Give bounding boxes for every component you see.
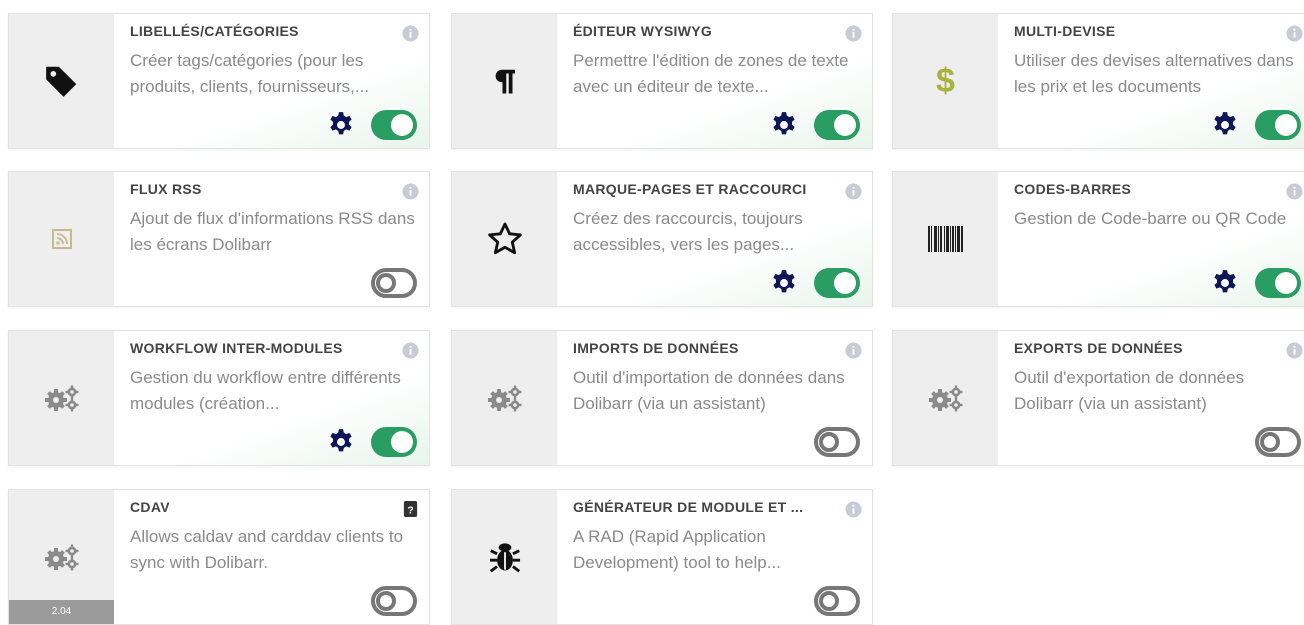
module-icon-tile xyxy=(452,14,557,148)
module-title: WORKFLOW INTER-MODULES xyxy=(130,340,343,356)
module-icon-tile xyxy=(893,331,998,465)
module-description: Allows caldav and carddav clients to syn… xyxy=(130,527,404,572)
module-card: IMPORTS DE DONNÉES Outil d'importation de… xyxy=(451,330,873,466)
bug-icon xyxy=(486,538,524,576)
module-title: ÉDITEUR WYSIWYG xyxy=(573,23,713,39)
version-badge: 2.04 xyxy=(9,600,114,624)
module-card: LIBELLÉS/CATÉGORIES Créer tags/catégories… xyxy=(8,13,430,149)
gear-icon[interactable] xyxy=(1211,111,1239,139)
module-card: $ MULTI-DEVISE Utiliser des devises altern… xyxy=(892,13,1304,149)
module-toggle-flux-rss[interactable] xyxy=(371,268,417,298)
module-card: 2.04 CDAV? Allows caldav and carddav clien… xyxy=(8,489,430,625)
module-description: Utiliser des devises alternatives dans l… xyxy=(1014,51,1294,96)
dollar-icon: $ xyxy=(936,61,955,100)
gear-icon[interactable] xyxy=(327,111,355,139)
module-icon-tile xyxy=(9,172,114,306)
module-description: Ajout de flux d'informations RSS dans le… xyxy=(130,209,415,254)
module-icon-tile xyxy=(452,331,557,465)
barcode-icon xyxy=(927,226,965,252)
module-title: LIBELLÉS/CATÉGORIES xyxy=(130,23,299,39)
module-icon-tile xyxy=(452,490,557,624)
module-description: A RAD (Rapid Application Development) to… xyxy=(573,527,781,572)
module-toggle-workflow-inter-modules[interactable] xyxy=(371,427,417,457)
cogs-icon xyxy=(44,543,80,571)
tag-icon xyxy=(43,62,81,100)
module-card: EXPORTS DE DONNÉES Outil d'exportation de… xyxy=(892,330,1304,466)
module-toggle-g-n-rateur-de-module-et[interactable] xyxy=(814,586,860,616)
module-toggle-multi-devise[interactable] xyxy=(1255,110,1301,140)
module-card: MARQUE-PAGES ET RACCOURCI Créez des racco… xyxy=(451,171,873,307)
module-description: Outil d'exportation de données Dolibarr … xyxy=(1014,368,1245,413)
module-description: Créer tags/catégories (pour les produits… xyxy=(130,51,370,96)
module-card: ÉDITEUR WYSIWYG Permettre l'édition de zo… xyxy=(451,13,873,149)
module-icon-tile xyxy=(452,172,557,306)
cogs-icon xyxy=(487,384,523,412)
module-toggle-imports-de-donn-es[interactable] xyxy=(814,427,860,457)
module-icon-tile xyxy=(9,331,114,465)
module-title: GÉNÉRATEUR DE MODULE ET ... xyxy=(573,499,804,515)
star-icon xyxy=(486,220,524,258)
module-card: GÉNÉRATEUR DE MODULE ET ... A RAD (Rapid … xyxy=(451,489,873,625)
module-title: CODES-BARRES xyxy=(1014,181,1132,197)
module-card: WORKFLOW INTER-MODULES Gestion du workflo… xyxy=(8,330,430,466)
module-title: MULTI-DEVISE xyxy=(1014,23,1116,39)
module-toggle-exports-de-donn-es[interactable] xyxy=(1255,427,1301,457)
module-card: FLUX RSS Ajout de flux d'informations RSS… xyxy=(8,171,430,307)
module-description: Outil d'importation de données dans Doli… xyxy=(573,368,845,413)
module-description: Gestion du workflow entre différents mod… xyxy=(130,368,401,413)
cogs-icon xyxy=(928,384,964,412)
module-toggle-marque-pages-et-raccourci[interactable] xyxy=(814,268,860,298)
module-card: CODES-BARRES Gestion de Code-barre ou QR … xyxy=(892,171,1304,307)
svg-text:?: ? xyxy=(407,505,413,516)
module-icon-tile xyxy=(9,14,114,148)
gear-icon[interactable] xyxy=(1211,269,1239,297)
module-title: IMPORTS DE DONNÉES xyxy=(573,340,739,356)
rss-icon xyxy=(51,229,72,249)
module-toggle-cdav[interactable] xyxy=(371,586,417,616)
module-title: EXPORTS DE DONNÉES xyxy=(1014,340,1183,356)
module-toggle-libell-s-cat-gories[interactable] xyxy=(371,110,417,140)
module-title: CDAV xyxy=(130,499,170,515)
module-icon-tile xyxy=(893,172,998,306)
module-description: Gestion de Code-barre ou QR Code xyxy=(1014,209,1287,228)
module-icon-tile: 2.04 xyxy=(9,490,114,624)
paragraph-icon xyxy=(490,66,520,96)
module-description: Créez des raccourcis, toujours accessibl… xyxy=(573,209,803,254)
module-toggle-diteur-wysiwyg[interactable] xyxy=(814,110,860,140)
gear-icon[interactable] xyxy=(770,269,798,297)
module-toggle-codes-barres[interactable] xyxy=(1255,268,1301,298)
module-description: Permettre l'édition de zones de texte av… xyxy=(573,51,849,96)
module-title: FLUX RSS xyxy=(130,181,202,197)
gear-icon[interactable] xyxy=(327,428,355,456)
module-icon-tile: $ xyxy=(893,14,998,148)
gear-icon[interactable] xyxy=(770,111,798,139)
cogs-icon xyxy=(44,384,80,412)
module-title: MARQUE-PAGES ET RACCOURCI xyxy=(573,181,807,197)
